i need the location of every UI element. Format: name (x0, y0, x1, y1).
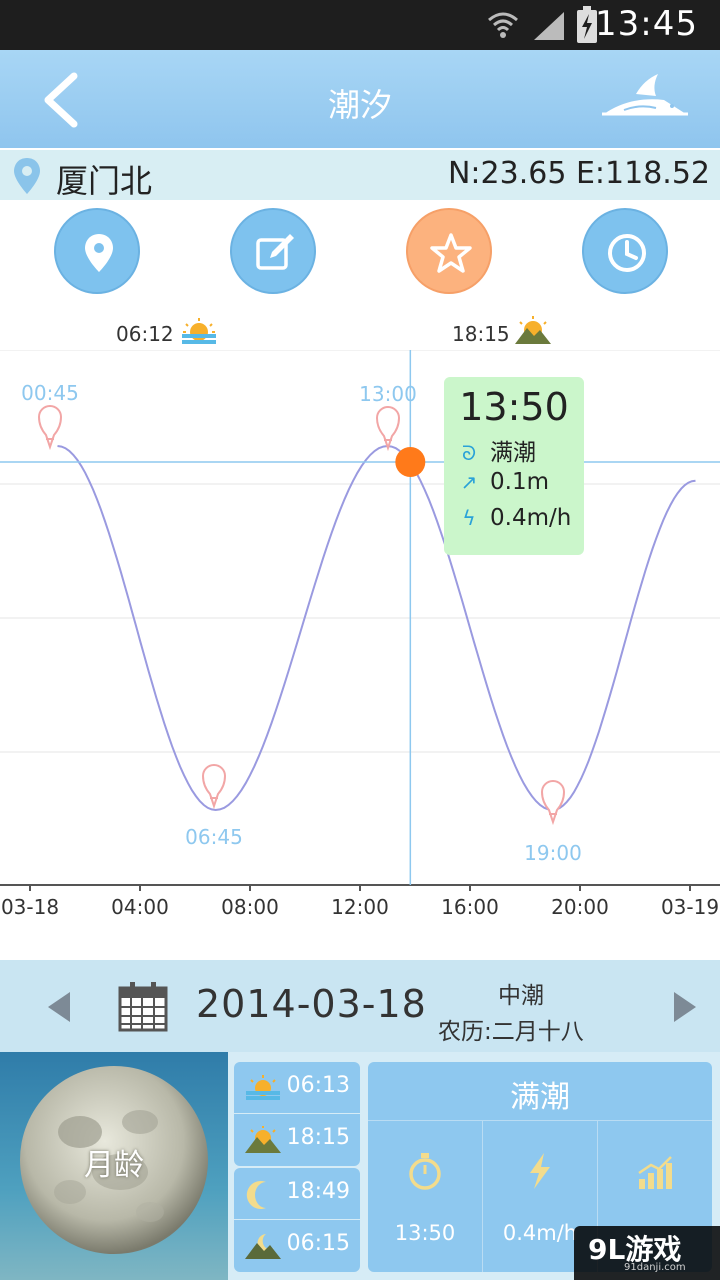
header: 潮汐 (0, 50, 720, 148)
x-tick-label: 12:00 (331, 895, 389, 919)
moonset-time: 06:15 (286, 1231, 350, 1256)
tide-curve (57, 444, 696, 812)
edit-icon (256, 234, 294, 270)
extremum-time-label: 19:00 (524, 841, 582, 865)
lunar-date: 农历:二月十八 (438, 1019, 584, 1045)
lightbulb-icon (375, 406, 401, 452)
sunset-icon (245, 1126, 281, 1153)
location-button[interactable] (54, 208, 140, 294)
signal-icon (534, 12, 564, 40)
sunrise-icon (182, 318, 216, 344)
sunrise-icon (246, 1075, 280, 1100)
lightbulb-icon (37, 405, 63, 451)
tooltip-height-row: ↗ 0.1m (456, 469, 549, 495)
date-bar: 2014-03-18 中潮 农历:二月十八 (0, 960, 720, 1052)
moonrise-time: 18:49 (286, 1179, 350, 1204)
status-time: 13:45 (595, 4, 698, 44)
location-bar: 厦门北 N:23.65 E:118.52 (0, 150, 720, 200)
watermark-logo: 9L游戏 91danji.com (574, 1226, 720, 1280)
wave-icon: ᘐ (461, 441, 477, 465)
rising-chart-icon (638, 1156, 672, 1189)
high-tide-time-col: 13:50 (368, 1121, 482, 1272)
extremum-time-label: 13:00 (359, 382, 417, 406)
current-tide-marker[interactable] (395, 447, 426, 477)
high-tide-time: 13:50 (394, 1221, 456, 1245)
extremum-time-label: 00:45 (21, 381, 79, 405)
sunrise-time: 06:12 (116, 322, 174, 346)
clock-icon (608, 234, 646, 272)
x-tick-label: 03-19 (661, 895, 719, 919)
moon-times-card: 18:49 06:15 (234, 1168, 360, 1272)
extremum-time-label: 06:45 (185, 825, 243, 849)
tide-level: 中潮 (498, 983, 544, 1009)
sunrise-time-card: 06:13 (286, 1073, 350, 1098)
location-name: 厦门北 (56, 162, 153, 200)
x-tick-label: 08:00 (221, 895, 279, 919)
coordinates: N:23.65 E:118.52 (447, 156, 710, 191)
x-tick-label: 20:00 (551, 895, 609, 919)
sunset-row: 18:15 (234, 1114, 360, 1166)
lightbulb-icon (201, 764, 227, 810)
favorite-button[interactable] (406, 208, 492, 294)
location-pin-icon (14, 158, 40, 194)
watermark-sub: 91danji.com (624, 1262, 686, 1273)
stopwatch-icon (409, 1153, 441, 1190)
lightbulb-icon (540, 780, 566, 826)
moonset-row: 06:15 (234, 1220, 360, 1272)
lightning-icon (530, 1153, 550, 1189)
sunset-time-card: 18:15 (286, 1125, 350, 1150)
fish-logo-icon[interactable] (600, 70, 692, 122)
crescent-moon-icon (246, 1181, 266, 1209)
tooltip-state: 满潮 (490, 440, 536, 466)
status-bar: 13:45 (0, 0, 720, 50)
high-tide-marker (37, 405, 63, 451)
low-tide-marker (201, 764, 227, 810)
rising-chart-icon: ↗ (460, 470, 478, 494)
moonset-icon (245, 1234, 281, 1259)
history-button[interactable] (582, 208, 668, 294)
sunrise-row: 06:13 (234, 1062, 360, 1114)
moon-age-label: 月龄 (84, 1148, 144, 1183)
lightning-icon: ϟ (462, 506, 476, 530)
next-day-button[interactable] (672, 990, 698, 1024)
x-axis-ticks: 03-18 04:00 08:00 12:00 16:00 20:00 03-19 (1, 885, 719, 919)
tooltip-speed: 0.4m/h (490, 505, 572, 531)
tooltip-state-row: ᘐ 满潮 (456, 433, 536, 467)
edit-button[interactable] (230, 208, 316, 294)
wifi-icon (488, 12, 518, 38)
tooltip-speed-row: ϟ 0.4m/h (456, 505, 571, 531)
tide-card-title: 满潮 (510, 1080, 570, 1115)
low-tide-marker (540, 780, 566, 826)
prev-day-button[interactable] (46, 990, 72, 1024)
sun-times-card: 06:13 18:15 (234, 1062, 360, 1166)
x-tick-label: 16:00 (441, 895, 499, 919)
x-tick-label: 03-18 (1, 895, 59, 919)
sunset-icon (515, 316, 551, 344)
tooltip-height: 0.1m (490, 469, 549, 495)
current-date[interactable]: 2014-03-18 (196, 982, 427, 1026)
sunset-time: 18:15 (452, 322, 510, 346)
map-pin-icon (85, 234, 113, 272)
tooltip-time: 13:50 (459, 385, 569, 429)
moonrise-row: 18:49 (234, 1168, 360, 1220)
high-tide-marker (375, 406, 401, 452)
x-tick-label: 04:00 (111, 895, 169, 919)
tide-chart[interactable]: 03-18 04:00 08:00 12:00 16:00 20:00 03-19 00:4… (0, 350, 720, 940)
tide-tooltip: 13:50 ᘐ 满潮 ↗ 0.1m ϟ 0.4m/h (444, 377, 584, 555)
star-icon (430, 233, 472, 273)
calendar-icon[interactable] (118, 980, 168, 1032)
